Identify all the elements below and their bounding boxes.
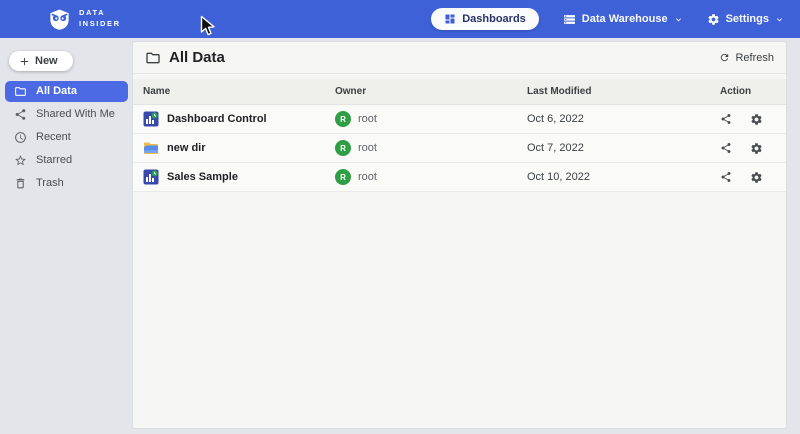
action-cell <box>720 171 776 184</box>
share-icon <box>14 108 27 121</box>
column-header-owner: Owner <box>335 86 527 97</box>
sidebar-item-all-data[interactable]: All Data <box>5 81 128 102</box>
sidebar-item-shared-with-me[interactable]: Shared With Me <box>5 104 128 125</box>
topbar-menu: Dashboards Data Warehouse Settings <box>431 8 784 30</box>
table-row[interactable]: new dir R root Oct 7, 2022 <box>133 134 786 163</box>
top-navigation-bar: DATA INSIDER Dashboards Data Warehouse <box>0 0 800 38</box>
page-title: All Data <box>145 49 225 66</box>
avatar: R <box>335 169 351 185</box>
dashboard-file-icon <box>143 111 159 127</box>
sidebar-nav: All Data Shared With Me Recent Starred T… <box>0 81 133 194</box>
refresh-icon <box>719 52 730 63</box>
sidebar: New All Data Shared With Me Recent Starr… <box>0 38 133 434</box>
gear-icon[interactable] <box>750 113 763 126</box>
content-panel: All Data Refresh Name Owner Last Modifie… <box>133 42 786 428</box>
sidebar-item-label: All Data <box>36 85 77 97</box>
sidebar-item-trash[interactable]: Trash <box>5 173 128 194</box>
settings-menu[interactable]: Settings <box>707 13 784 26</box>
sidebar-item-label: Trash <box>36 177 64 189</box>
sidebar-item-recent[interactable]: Recent <box>5 127 128 148</box>
sidebar-item-label: Recent <box>36 131 71 143</box>
owl-logo-icon <box>48 8 71 31</box>
share-icon[interactable] <box>720 113 732 125</box>
last-modified-cell: Oct 7, 2022 <box>527 142 720 154</box>
chevron-down-icon <box>775 15 784 24</box>
star-icon <box>14 154 27 167</box>
data-warehouse-menu[interactable]: Data Warehouse <box>563 13 683 26</box>
table-row[interactable]: Sales Sample R root Oct 10, 2022 <box>133 163 786 192</box>
table-header-row: Name Owner Last Modified Action <box>133 79 786 105</box>
file-name-cell: Dashboard Control <box>143 111 335 127</box>
avatar: R <box>335 140 351 156</box>
file-name-cell: new dir <box>143 140 335 156</box>
sidebar-item-label: Starred <box>36 154 72 166</box>
dashboard-file-icon <box>143 169 159 185</box>
files-table: Name Owner Last Modified Action D <box>133 79 786 192</box>
folder-file-icon <box>143 140 159 156</box>
table-row[interactable]: Dashboard Control R root Oct 6, 2022 <box>133 105 786 134</box>
file-name-cell: Sales Sample <box>143 169 335 185</box>
gear-icon[interactable] <box>750 142 763 155</box>
gear-icon <box>707 13 720 26</box>
dashboards-icon <box>444 13 456 25</box>
action-cell <box>720 113 776 126</box>
folder-icon <box>145 50 161 66</box>
new-button[interactable]: New <box>9 51 73 71</box>
share-icon[interactable] <box>720 142 732 154</box>
avatar: R <box>335 111 351 127</box>
owner-cell: R root <box>335 111 527 127</box>
chevron-down-icon <box>674 15 683 24</box>
trash-icon <box>14 177 27 190</box>
action-cell <box>720 142 776 155</box>
gear-icon[interactable] <box>750 171 763 184</box>
plus-icon <box>19 56 30 67</box>
refresh-button[interactable]: Refresh <box>719 52 774 64</box>
sidebar-item-label: Shared With Me <box>36 108 115 120</box>
content-header: All Data Refresh <box>133 42 786 74</box>
folder-icon <box>14 85 27 98</box>
sidebar-item-starred[interactable]: Starred <box>5 150 128 171</box>
column-header-action: Action <box>720 86 776 97</box>
clock-icon <box>14 131 27 144</box>
column-header-name: Name <box>143 86 335 97</box>
share-icon[interactable] <box>720 171 732 183</box>
last-modified-cell: Oct 10, 2022 <box>527 171 720 183</box>
dashboards-button[interactable]: Dashboards <box>431 8 539 30</box>
owner-cell: R root <box>335 140 527 156</box>
column-header-last-modified: Last Modified <box>527 86 720 97</box>
database-icon <box>563 13 576 26</box>
owner-cell: R root <box>335 169 527 185</box>
brand-name: DATA INSIDER <box>79 8 121 30</box>
brand-logo: DATA INSIDER <box>48 8 121 31</box>
last-modified-cell: Oct 6, 2022 <box>527 113 720 125</box>
